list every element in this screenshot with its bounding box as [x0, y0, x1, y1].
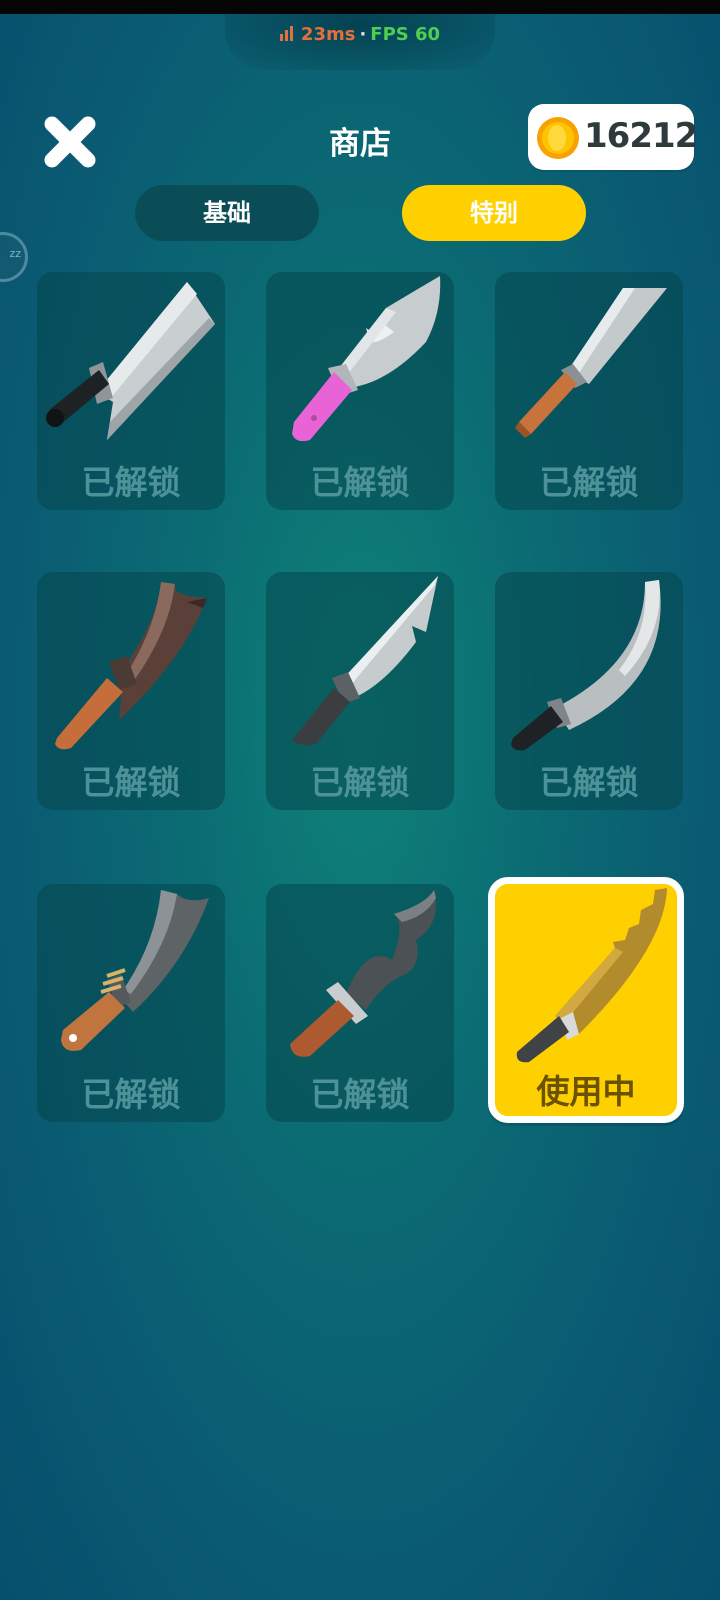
item-status-label: 已解锁: [310, 1075, 410, 1114]
item-status-label: 已解锁: [81, 763, 181, 802]
curved-blade-icon: [511, 580, 661, 751]
shop-item-2[interactable]: 已解锁: [266, 272, 454, 510]
top-system-bar: [0, 0, 720, 14]
shop-item-9-equipped[interactable]: 使用中: [488, 877, 684, 1123]
wavy-kris-icon: [290, 890, 436, 1057]
coin-balance: 16212: [528, 104, 698, 170]
ping-value: 23ms: [300, 24, 356, 45]
item-status-label: 已解锁: [539, 763, 639, 802]
network-status: 23ms · FPS 60: [0, 24, 720, 46]
shop-item-3[interactable]: 已解锁: [495, 272, 683, 510]
tab-basic[interactable]: 基础: [135, 185, 319, 241]
close-icon: [44, 116, 96, 168]
shop-item-1[interactable]: 已解锁: [37, 272, 225, 510]
shop-item-4[interactable]: 已解锁: [37, 572, 225, 810]
kitchen-knife-icon: [515, 288, 667, 438]
signal-icon: [279, 25, 295, 46]
pink-hunting-knife-icon: [292, 276, 441, 442]
item-status-label: 已解锁: [81, 1075, 181, 1114]
tab-special[interactable]: 特别: [402, 185, 586, 241]
item-status-label: 已解锁: [310, 763, 410, 802]
side-floating-button[interactable]: zz: [0, 232, 28, 282]
ping-separator: ·: [359, 24, 367, 45]
coin-icon: [537, 117, 579, 159]
rusty-cleaver-icon: [55, 582, 207, 750]
coin-count: 16212: [584, 116, 698, 156]
item-status-label: 已解锁: [539, 463, 639, 502]
shop-item-7[interactable]: 已解锁: [37, 884, 225, 1122]
shop-item-8[interactable]: 已解锁: [266, 884, 454, 1122]
item-status-label: 使用中: [536, 1072, 636, 1111]
golden-serrated-saw-icon: [516, 888, 667, 1063]
item-status-label: 已解锁: [81, 463, 181, 502]
machete-icon: [61, 890, 209, 1051]
page-title: 商店: [329, 126, 391, 162]
spear-knife-icon: [292, 576, 438, 746]
item-status-label: 已解锁: [310, 463, 410, 502]
shop-item-5[interactable]: 已解锁: [266, 572, 454, 810]
cleaver-knife-icon: [46, 282, 215, 440]
shop-item-6[interactable]: 已解锁: [495, 572, 683, 810]
close-button[interactable]: [40, 112, 100, 172]
side-button-glyph: zz: [9, 247, 21, 260]
fps-value: FPS 60: [370, 24, 441, 45]
